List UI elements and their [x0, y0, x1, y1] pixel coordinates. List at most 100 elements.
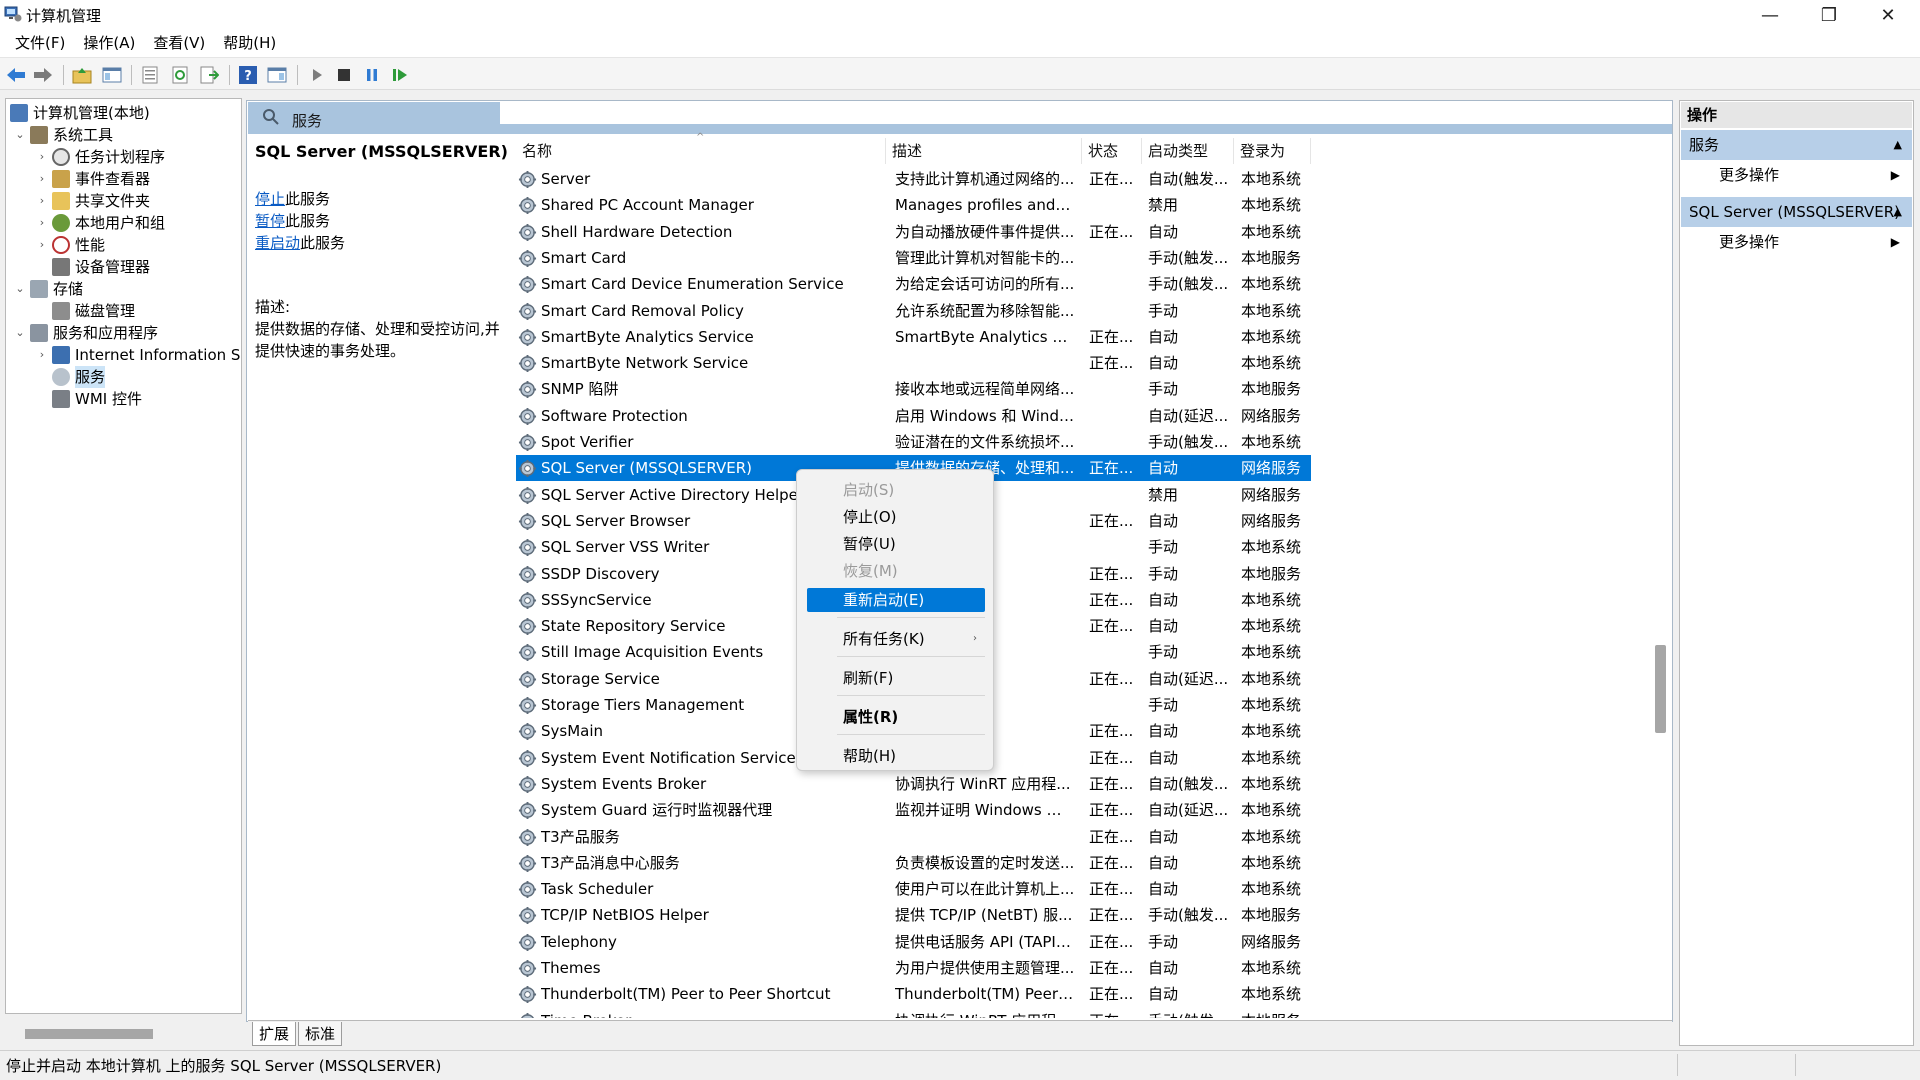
collapse-triangle-icon[interactable]: ▲ — [1894, 197, 1902, 227]
ctx-properties[interactable]: 属性(R) — [797, 705, 995, 729]
chevron-down-icon[interactable]: ⌄ — [14, 322, 26, 344]
table-row[interactable]: Themes 为用户提供使用主题管理... 正在... 自动 本地系统 — [516, 955, 1311, 981]
service-startup-cell: 自动 — [1148, 327, 1179, 346]
chevron-right-icon[interactable]: › — [36, 190, 48, 212]
ctx-stop[interactable]: 停止(O) — [797, 505, 995, 529]
table-row[interactable]: Smart Card Device Enumeration Service 为给定… — [516, 271, 1311, 297]
menu-file[interactable]: 文件(F) — [6, 31, 74, 55]
start-service-icon[interactable] — [305, 63, 329, 87]
chevron-right-icon[interactable]: › — [36, 344, 48, 366]
tab-extended[interactable]: 扩展 — [252, 1022, 297, 1046]
stop-service-link[interactable]: 停止 — [255, 190, 285, 208]
action-section-services[interactable]: 服务 ▲ — [1681, 130, 1912, 160]
table-row[interactable]: Shell Hardware Detection 为自动播放硬件事件提供... 正在… — [516, 219, 1311, 245]
table-row[interactable]: System Guard 运行时监视器代理 监视并证明 Windows 平... 正… — [516, 797, 1311, 823]
column-header-status[interactable]: 状态 — [1082, 138, 1142, 164]
tree-node-disk-management[interactable]: 磁盘管理 — [52, 300, 135, 322]
gear-icon — [518, 617, 537, 636]
table-row[interactable]: Spot Verifier 验证潜在的文件系统损坏... 手动(触发... 本地系统 — [516, 429, 1311, 455]
tree-node-event-viewer[interactable]: › 事件查看器 — [36, 168, 150, 190]
ctx-resume[interactable]: 恢复(M) — [797, 559, 995, 583]
export-list-icon[interactable] — [197, 63, 221, 87]
tree-node-shared-folders[interactable]: › 共享文件夹 — [36, 190, 150, 212]
pause-service-icon[interactable] — [360, 63, 384, 87]
tree-node-task-scheduler[interactable]: › 任务计划程序 — [36, 146, 165, 168]
tree-node-device-manager[interactable]: 设备管理器 — [52, 256, 150, 278]
table-row[interactable]: Server 支持此计算机通过网络的... 正在... 自动(触发... 本地系统 — [516, 166, 1311, 192]
chevron-right-icon[interactable]: › — [36, 168, 48, 190]
table-row[interactable]: Thunderbolt(TM) Peer to Peer Shortcut Thu… — [516, 981, 1311, 1007]
ctx-refresh[interactable]: 刷新(F) — [797, 666, 995, 690]
table-row[interactable]: Smart Card 管理此计算机对智能卡的... 手动(触发... 本地服务 — [516, 245, 1311, 271]
chevron-right-icon[interactable]: › — [36, 234, 48, 256]
tree-node-root[interactable]: 计算机管理(本地) — [10, 102, 150, 124]
column-header-description[interactable]: 描述 — [886, 138, 1082, 164]
tree-node-services-apps[interactable]: ⌄ 服务和应用程序 — [14, 322, 158, 344]
show-hide-action-pane-icon[interactable] — [265, 63, 289, 87]
action-more-actions-1[interactable]: 更多操作 ▶ — [1681, 160, 1912, 190]
tree-node-local-users[interactable]: › 本地用户和组 — [36, 212, 165, 234]
table-row[interactable]: T3产品服务 正在... 自动 本地系统 — [516, 824, 1311, 850]
chevron-down-icon[interactable]: ⌄ — [14, 124, 26, 146]
ctx-start[interactable]: 启动(S) — [797, 478, 995, 502]
restore-button[interactable]: ❐ — [1800, 0, 1858, 30]
collapse-triangle-icon[interactable]: ▲ — [1894, 130, 1902, 160]
chevron-right-icon[interactable]: › — [36, 146, 48, 168]
service-name-cell: Shared PC Account Manager — [541, 196, 754, 215]
resume-service-icon[interactable] — [388, 63, 412, 87]
ctx-restart[interactable]: 重新启动(E) — [807, 588, 985, 612]
stop-service-icon[interactable] — [332, 63, 356, 87]
title-bar — [0, 0, 1920, 30]
service-description-cell: 为给定会话可访问的所有... — [895, 275, 1075, 294]
tree-node-services[interactable]: 服务 — [52, 366, 106, 388]
help-icon[interactable]: ? — [236, 63, 260, 87]
tree-node-iis[interactable]: › Internet Information Se — [36, 344, 241, 366]
menu-view[interactable]: 查看(V) — [144, 31, 214, 55]
tree-node-wmi[interactable]: WMI 控件 — [52, 388, 142, 410]
service-status-cell: 正在... — [1089, 985, 1134, 1004]
iis-icon — [52, 346, 70, 364]
menu-action[interactable]: 操作(A) — [74, 31, 144, 55]
up-folder-icon[interactable] — [70, 63, 94, 87]
table-row[interactable]: SNMP 陷阱 接收本地或远程简单网络... 手动 本地服务 — [516, 376, 1311, 402]
action-more-actions-2[interactable]: 更多操作 ▶ — [1681, 227, 1912, 257]
back-arrow-icon[interactable] — [4, 63, 28, 87]
table-row[interactable]: T3产品消息中心服务 负责模板设置的定时发送... 正在... 自动 本地系统 — [516, 850, 1311, 876]
chevron-down-icon[interactable]: ⌄ — [14, 278, 26, 300]
pause-service-link[interactable]: 暂停 — [255, 212, 285, 230]
tree-node-storage[interactable]: ⌄ 存储 — [14, 278, 83, 300]
table-row[interactable]: System Events Broker 协调执行 WinRT 应用程... 正在.… — [516, 771, 1311, 797]
list-vertical-scrollbar[interactable] — [1651, 134, 1669, 1018]
table-row[interactable]: SmartByte Analytics Service SmartByte Ana… — [516, 324, 1311, 350]
ctx-pause[interactable]: 暂停(U) — [797, 532, 995, 556]
table-row[interactable]: Task Scheduler 使用户可以在此计算机上... 正在... 自动 本地系统 — [516, 876, 1311, 902]
tree-node-system-tools[interactable]: ⌄ 系统工具 — [14, 124, 113, 146]
table-row[interactable]: Software Protection 启用 Windows 和 Windo...… — [516, 403, 1311, 429]
table-row[interactable]: Smart Card Removal Policy 允许系统配置为移除智能... 手… — [516, 298, 1311, 324]
chevron-right-icon[interactable]: › — [36, 212, 48, 234]
ctx-help[interactable]: 帮助(H) — [797, 744, 995, 768]
tree-scrollbar-thumb[interactable] — [25, 1029, 153, 1039]
minimize-button[interactable]: — — [1741, 0, 1799, 30]
table-row[interactable]: SmartByte Network Service 正在... 自动 本地系统 — [516, 350, 1311, 376]
table-row[interactable]: TCP/IP NetBIOS Helper 提供 TCP/IP (NetBT) 服… — [516, 902, 1311, 928]
properties-icon[interactable] — [138, 63, 162, 87]
show-hide-tree-icon[interactable] — [100, 63, 124, 87]
close-button[interactable]: ✕ — [1859, 0, 1917, 30]
forward-arrow-icon[interactable] — [31, 63, 55, 87]
ctx-all-tasks[interactable]: 所有任务(K) › — [797, 627, 995, 651]
table-row[interactable]: Time Broker协调执行 WinRT 应用程... 正在... 手动(触发..… — [516, 1008, 1311, 1018]
restart-service-link[interactable]: 重启动 — [255, 234, 300, 252]
action-item-label: 更多操作 — [1719, 166, 1780, 184]
refresh-icon[interactable] — [168, 63, 192, 87]
tree-node-performance[interactable]: › 性能 — [36, 234, 105, 256]
column-header-logon-as[interactable]: 登录为 — [1234, 138, 1311, 164]
column-header-startup-type[interactable]: 启动类型 — [1142, 138, 1234, 164]
menu-help[interactable]: 帮助(H) — [214, 31, 285, 55]
service-startup-cell: 手动 — [1148, 932, 1179, 951]
action-section-sql-server[interactable]: SQL Server (MSSQLSERVER) ▲ — [1681, 197, 1912, 227]
list-scrollbar-thumb[interactable] — [1655, 645, 1666, 733]
table-row[interactable]: Telephony 提供电话服务 API (TAPI)... 正在... 手动 网络服务 — [516, 929, 1311, 955]
tab-standard[interactable]: 标准 — [298, 1022, 343, 1046]
table-row[interactable]: Shared PC Account Manager Manages profile… — [516, 192, 1311, 218]
